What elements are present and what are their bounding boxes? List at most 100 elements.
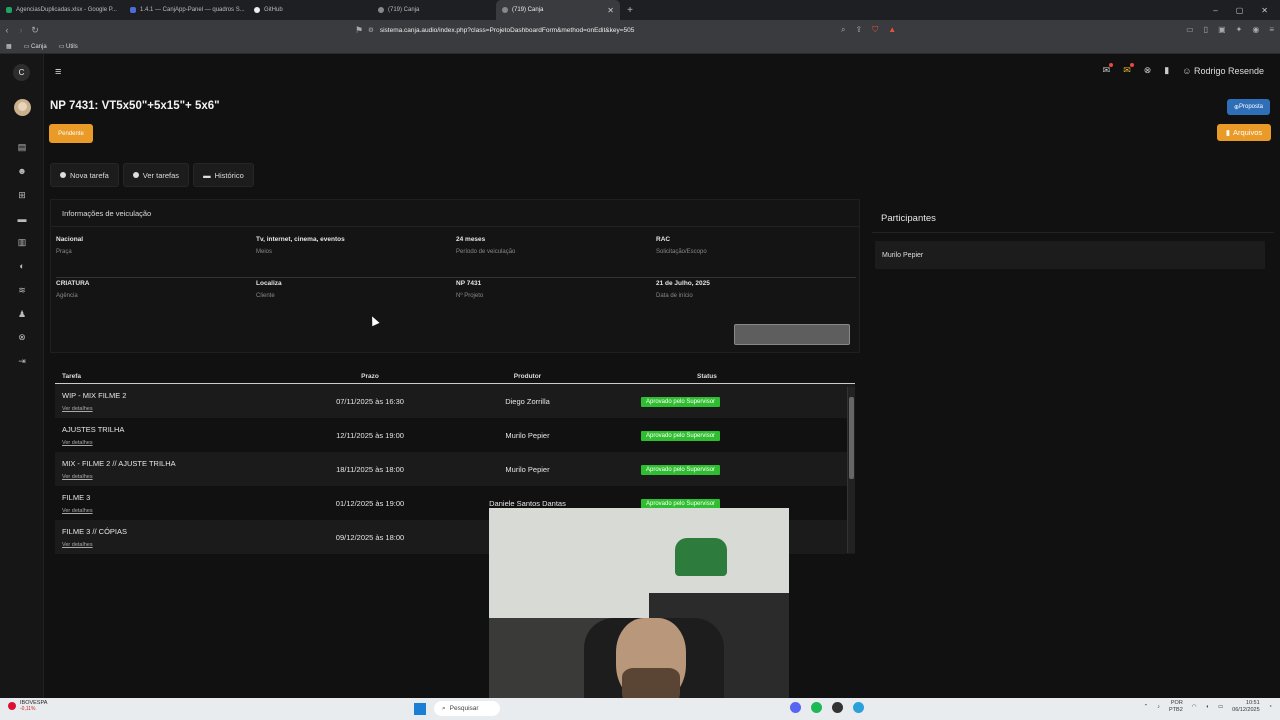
wallet-icon[interactable]: ▯ [1204,25,1208,35]
info-row: CRIATURA Agência Localiza Cliente NP 7431 N… [56,278,856,322]
browser-tab[interactable]: AgenciasDuplicadas.xlsx - Google P... [0,0,124,20]
plus-square-icon[interactable]: ⊞ [17,191,27,200]
reload-icon[interactable]: ↻ [28,25,42,36]
task-producer: Daniele Santos Dantas [489,498,566,508]
user-menu[interactable]: ☺ Rodrigo Resende [1182,66,1264,76]
brave-icon[interactable] [832,702,843,713]
hamburger-menu-icon[interactable]: ≡ [55,66,61,78]
arquivos-button[interactable]: ▮ Arquivos [1217,124,1271,141]
browser-toolbar-icons: ⌕ ⇪ ⛉ ▲ ▭ ▯ ▣ ✦ ◉ ≡ [841,25,1274,35]
task-producer: Diego Zorrilla [505,396,550,406]
webcam-hat [675,538,727,576]
new-tab-button[interactable]: + [620,5,640,16]
help-icon[interactable]: ⊗ [17,333,27,342]
battery-icon[interactable]: ▭ [1218,704,1223,710]
close-tab-icon[interactable]: ✕ [607,6,614,15]
bookmark-folder[interactable]: ▭ Utils [59,43,78,50]
status-badge: Aprovado pelo Supervisor [641,464,721,475]
vpn-icon[interactable]: ✦ [1236,25,1243,35]
task-producer: Murilo Pepier [505,464,550,474]
forward-icon[interactable]: › [14,25,28,35]
browser-tab[interactable]: 1.4.1 — CanjApp-Panel — quadros S... [124,0,248,20]
participant-item[interactable]: Murilo Pepier [875,241,1265,269]
details-link[interactable]: Ver detalhes [62,440,300,446]
volume-icon[interactable]: ◖ [1206,704,1209,710]
info-projeto: NP 7431 Nº Projeto [456,280,484,299]
users-icon[interactable]: ☻ [17,167,27,176]
disabled-button[interactable] [734,324,850,345]
messages-icon[interactable]: ✉ [1123,63,1134,76]
notifications-bell-icon[interactable]: ◔ [1269,704,1272,710]
headset-icon[interactable]: ◐ [17,262,27,271]
url-field[interactable]: ⚙ sistema.canja.audio/index.php?class=Pr… [368,22,908,38]
details-link[interactable]: Ver detalhes [62,406,300,412]
back-icon[interactable]: ‹ [0,25,14,35]
tab-app-icon [130,7,136,13]
layers-icon[interactable]: ≋ [17,286,27,295]
chevron-up-icon[interactable]: ⌃ [1144,704,1149,710]
document-icon[interactable]: ▤ [17,143,27,152]
task-deadline: 12/11/2025 às 19:00 [336,430,404,440]
browser-tab-active[interactable]: (719) Canja ✕ [496,0,620,20]
details-link[interactable]: Ver detalhes [62,542,300,548]
check-circle-icon [132,172,139,178]
notifications-icon[interactable]: ✉ [1103,63,1113,76]
history-button[interactable]: ▬ Histórico [193,163,254,187]
sidebar-toggle-icon[interactable]: ▭ [1186,25,1194,35]
divider [51,226,859,227]
avatar[interactable] [14,99,31,116]
clock[interactable]: 10:51 06/12/2025 [1232,700,1260,714]
wifi-icon[interactable]: ◠ [1192,704,1197,710]
status-pending-button[interactable]: Pendente [49,124,93,143]
folder-icon[interactable]: ▬ [17,215,27,224]
task-deadline: 09/12/2025 às 18:00 [335,532,405,542]
stock-widget[interactable]: IBOVESPA -0,11% [8,700,47,712]
plus-circle-icon [60,172,66,178]
details-link[interactable]: Ver detalhes [62,508,300,514]
discord-icon[interactable] [790,702,801,713]
app-logo[interactable]: C [13,64,30,81]
info-row: Nacional Praça Tv, internet, cinema, even… [56,234,856,278]
info-periodo: 24 meses Período de veiculação [456,236,516,255]
chart-icon[interactable]: ▥ [17,238,27,247]
info-escopo: RAC Solicitação/Escopo [656,236,707,255]
spotify-icon[interactable] [811,702,822,713]
view-tasks-button[interactable]: Ver tarefas [122,163,190,187]
sheets-icon [6,7,12,13]
close-window-icon[interactable]: ✕ [1261,6,1268,15]
taskbar-search[interactable]: ⌕ Pesquisar [434,701,500,716]
clipboard-icon[interactable]: ▮ [1164,65,1169,76]
details-link[interactable]: Ver detalhes [62,474,300,480]
rewards-icon[interactable]: ▲ [888,25,896,35]
table-scrollbar[interactable] [847,387,855,553]
apps-grid-icon[interactable]: ▦ [6,43,12,50]
browser-tab[interactable]: GitHub [248,0,372,20]
user-settings-icon[interactable]: ♟ [17,310,27,319]
bookmark-page-icon[interactable]: ⚑ [352,25,366,36]
zoom-icon[interactable]: ⌕ [841,25,845,35]
close-circle-icon[interactable]: ⊗ [1144,65,1152,76]
logout-icon[interactable]: ⇥ [17,357,27,366]
share-icon[interactable]: ⇪ [855,25,862,35]
new-task-button[interactable]: Nova tarefa [50,163,119,187]
extensions-icon[interactable]: ▣ [1218,25,1226,35]
scrollbar-thumb[interactable] [849,397,854,479]
task-name: FILME 3 [62,492,91,502]
browser-tab[interactable]: (719) Canja [372,0,496,20]
menu-icon[interactable]: ≡ [1269,25,1274,35]
microphone-icon[interactable]: ♪ [1157,704,1160,710]
minimize-icon[interactable]: – [1213,6,1217,15]
address-bar-row: ‹ › ↻ ⚑ ⚙ sistema.canja.audio/index.php?… [0,20,1280,40]
windows-start-icon[interactable] [414,702,426,715]
language-indicator[interactable]: POR PTB2 [1169,700,1183,714]
maximize-icon[interactable]: ▢ [1236,6,1244,15]
bookmark-folder[interactable]: ▭ Canja [24,43,47,50]
divider [872,232,1274,233]
user-icon: ☺ [1182,65,1192,76]
proposta-button[interactable]: ⊕ Proposta [1227,99,1270,115]
brave-shield-icon[interactable]: ⛉ [872,25,878,35]
info-section-title: Informações de veiculação [62,209,152,218]
telegram-icon[interactable] [853,702,864,713]
profile-icon[interactable]: ◉ [1252,25,1259,35]
site-info-icon[interactable]: ⚙ [368,26,374,34]
